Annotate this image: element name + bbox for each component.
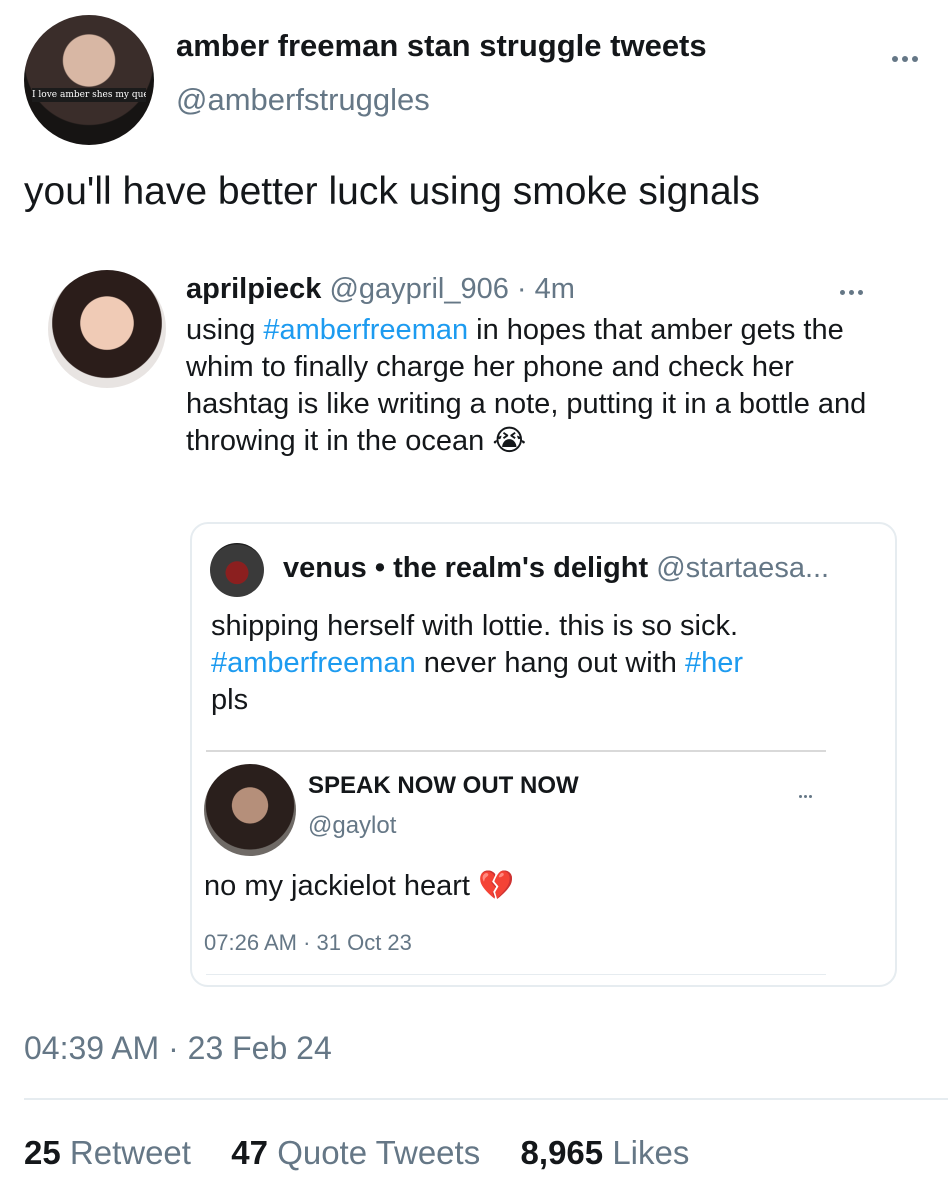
reply-text-part: no my jackielot heart — [204, 870, 479, 902]
quote-tweets-stat[interactable]: 47 Quote Tweets — [231, 1134, 489, 1171]
hashtag-amberfreeman[interactable]: #amberfreeman — [211, 647, 416, 679]
quoted-display-name[interactable]: aprilpieck — [186, 273, 321, 305]
avatar-caption: I love amber shes my queer — [32, 88, 146, 102]
timestamp-time: 04:39 AM — [24, 1030, 160, 1066]
venus-tweet-text: shipping herself with lottie. this is so… — [211, 608, 871, 719]
venus-display-name[interactable]: venus • the realm's delight — [283, 552, 648, 584]
tweet-text: you'll have better luck using smoke sign… — [24, 170, 760, 213]
hashtag-her[interactable]: #her — [685, 647, 743, 679]
quotes-count: 47 — [231, 1134, 269, 1171]
venus-text-line: shipping herself with lottie. this is so… — [211, 610, 739, 642]
venus-text-line: pls — [211, 684, 249, 716]
likes-label: Likes — [612, 1134, 690, 1171]
timestamp-date: 23 Feb 24 — [187, 1030, 332, 1066]
engagement-stats: 25 Retweet 47 Quote Tweets 8,965 Likes — [24, 1134, 689, 1172]
likes-stat[interactable]: 8,965 Likes — [521, 1134, 690, 1171]
quoted-text-part: using — [186, 314, 264, 346]
author-handle[interactable]: @amberfstruggles — [176, 82, 430, 118]
reply-display-name[interactable]: SPEAK NOW OUT NOW — [308, 772, 579, 800]
likes-count: 8,965 — [520, 1134, 604, 1171]
reply-timestamp[interactable]: 07:26 AM · 31 Oct 23 — [204, 930, 412, 956]
nested-bottom-divider — [206, 974, 826, 975]
tweet-timestamp[interactable]: 04:39 AM · 23 Feb 24 — [24, 1030, 332, 1067]
timestamp-sep: · — [168, 1030, 179, 1066]
quoted-age[interactable]: 4m — [535, 273, 575, 305]
venus-author-line: venus • the realm's delight @startaesa..… — [283, 552, 829, 585]
reply-author-avatar[interactable] — [204, 764, 296, 856]
quoted-author-line: aprilpieck @gaypril_906 · 4m — [186, 273, 575, 306]
retweets-label: Retweet — [69, 1134, 191, 1171]
reply-handle[interactable]: @gaylot — [308, 812, 396, 840]
nested-divider — [206, 750, 826, 752]
reply-more-options-icon[interactable] — [799, 795, 812, 798]
quoted-tweet-text: using #amberfreeman in hopes that amber … — [186, 312, 876, 460]
quoted-author-avatar[interactable] — [48, 270, 166, 388]
retweets-count: 25 — [24, 1134, 61, 1171]
reply-text: no my jackielot heart 💔 — [204, 869, 514, 903]
author-avatar[interactable]: I love amber shes my queer — [24, 15, 154, 145]
broken-heart-emoji-icon: 💔 — [478, 870, 515, 902]
author-display-name[interactable]: amber freeman stan struggle tweets — [176, 28, 707, 64]
stats-divider — [24, 1098, 948, 1100]
crying-emoji-icon: 😭 — [492, 425, 527, 457]
hashtag-amberfreeman[interactable]: #amberfreeman — [263, 314, 468, 346]
retweets-stat[interactable]: 25 Retweet — [24, 1134, 200, 1171]
more-options-icon[interactable] — [892, 56, 918, 62]
quoted-more-options-icon[interactable] — [840, 290, 863, 295]
nested-quote-card[interactable] — [190, 522, 897, 987]
venus-avatar[interactable] — [210, 543, 264, 597]
venus-handle[interactable]: @startaesa... — [656, 552, 829, 584]
quoted-sep: · — [516, 273, 527, 305]
quoted-handle[interactable]: @gaypril_906 — [329, 273, 508, 305]
quotes-label: Quote Tweets — [277, 1134, 481, 1171]
venus-text-part: never hang out with — [415, 647, 685, 679]
